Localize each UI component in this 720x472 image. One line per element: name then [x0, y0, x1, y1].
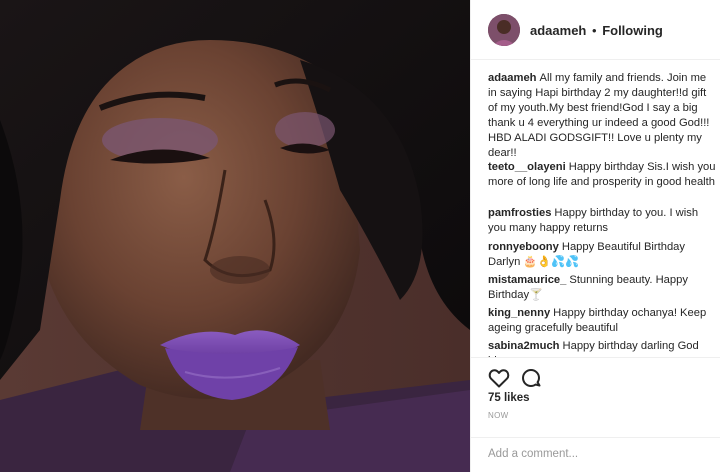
- avatar-image: [488, 14, 520, 46]
- comment-username[interactable]: sabina2much: [488, 340, 560, 352]
- likes-count[interactable]: 75 likes: [488, 392, 530, 404]
- comment-username[interactable]: adaameh: [488, 72, 537, 84]
- comment-text: All my family and friends. Join me in sa…: [488, 72, 710, 159]
- comment-item: sabina2muchHappy birthday darling God bl…: [488, 339, 716, 357]
- header-username[interactable]: adaameh: [530, 23, 586, 38]
- comment-username[interactable]: ronnyeboony: [488, 241, 559, 253]
- post-side-panel: adaameh • Following adaameh All my family…: [470, 0, 720, 472]
- post-photo: [0, 0, 470, 472]
- comment-username[interactable]: pamfrosties: [488, 207, 551, 219]
- header-separator: •: [592, 23, 597, 38]
- comment-username[interactable]: mistamaurice_: [488, 274, 566, 286]
- add-comment-input[interactable]: [488, 444, 708, 464]
- comment-item: ronnyeboony Happy Beautiful Birthday Darl…: [488, 240, 716, 270]
- heart-icon[interactable]: [487, 366, 511, 390]
- comment-item: mistamaurice_ Stunning beauty. Happy Birt…: [488, 273, 716, 303]
- comments-list[interactable]: adaameh All my family and friends. Join m…: [471, 61, 720, 357]
- post-header: adaameh • Following: [471, 0, 720, 60]
- comment-item: teeto__olayeni Happy birthday Sis.I wish …: [488, 160, 716, 190]
- post-actions: 75 likes NOW: [471, 357, 720, 437]
- comment-item: king_nenny Happy birthday ochanya! Keep a…: [488, 306, 716, 336]
- comment-caption: adaameh All my family and friends. Join m…: [488, 71, 716, 161]
- header-text: adaameh • Following: [530, 23, 663, 38]
- comment-icon[interactable]: [519, 366, 543, 390]
- add-comment-bar: [471, 437, 720, 472]
- following-button[interactable]: Following: [602, 23, 663, 38]
- post-timestamp: NOW: [488, 411, 509, 420]
- comment-item: pamfrosties Happy birthday to you. I wish…: [488, 206, 716, 236]
- comment-username[interactable]: teeto__olayeni: [488, 161, 566, 173]
- avatar[interactable]: [488, 14, 520, 46]
- portrait-image: [0, 0, 470, 472]
- comment-username[interactable]: king_nenny: [488, 307, 550, 319]
